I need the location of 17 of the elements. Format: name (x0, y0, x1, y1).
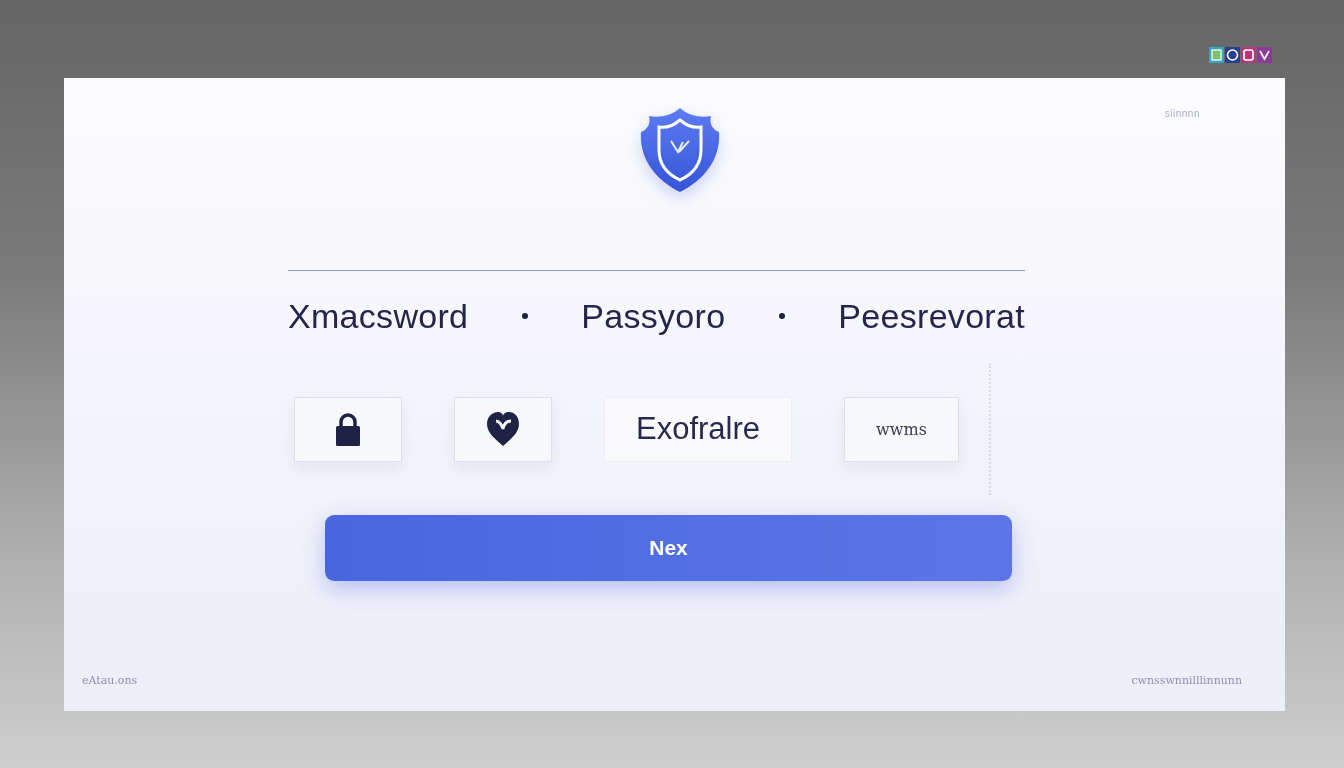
shield-icon (638, 108, 721, 192)
tile-label: Exofralre (635, 411, 760, 447)
lock-icon (335, 412, 361, 446)
footer-text: cwnsswnnilllinnunn (1131, 674, 1242, 687)
heart-icon (487, 412, 519, 446)
next-button[interactable]: Nex (325, 515, 1012, 581)
heading-word: Peesrevorat (838, 296, 1025, 336)
heading-word: Xmacsword (288, 296, 469, 336)
square-icon[interactable] (1257, 47, 1272, 63)
dot-icon (521, 313, 528, 319)
tile-label: wwms (876, 419, 927, 439)
square-icon[interactable] (1241, 47, 1256, 63)
circle-icon[interactable] (1225, 47, 1240, 63)
heading-word: Passyoro (581, 296, 726, 336)
footer-text: eAtau.ons (82, 674, 138, 687)
corner-label: siinnnn (1164, 108, 1200, 119)
dot-icon (778, 313, 785, 319)
